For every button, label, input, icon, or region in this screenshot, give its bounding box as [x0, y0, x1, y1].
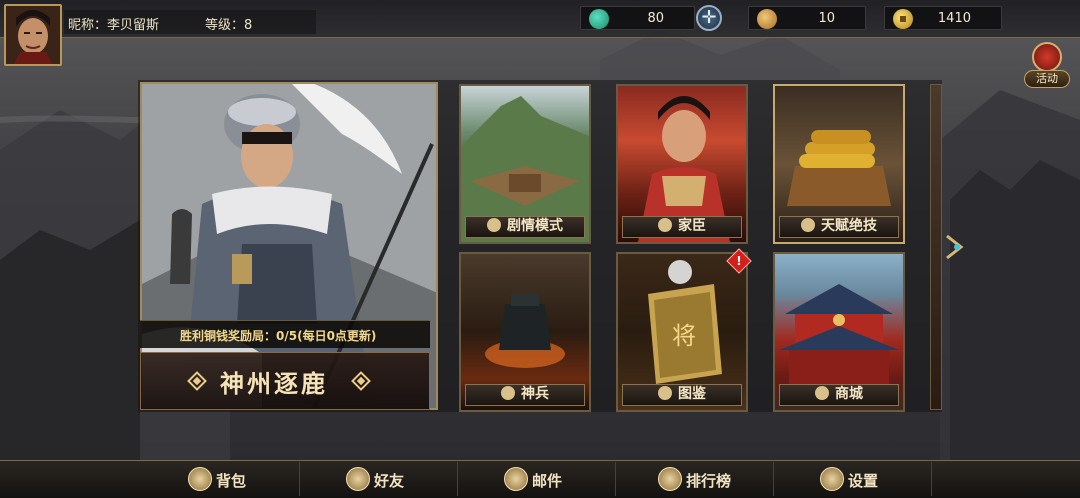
scroll-icon: [487, 218, 501, 232]
mail-icon: [504, 467, 528, 491]
nav-friends-label: 好友: [374, 472, 405, 490]
ingot-icon: [757, 9, 777, 29]
add-resource-button[interactable]: ✛: [696, 5, 722, 31]
talent-icon: [801, 218, 815, 232]
nav-ranking-label: 排行榜: [686, 472, 732, 490]
next-tile-peek: [930, 84, 942, 410]
event-label: 活动: [1024, 70, 1070, 88]
helmet-icon: [658, 218, 672, 232]
tile-divine-weapons[interactable]: 神兵: [459, 252, 591, 412]
nav-bag[interactable]: 背包: [142, 462, 300, 496]
nav-settings-label: 设置: [848, 472, 879, 490]
nav-mail[interactable]: 邮件: [458, 462, 616, 496]
level-label: 等级：8: [205, 18, 253, 33]
player-avatar[interactable]: [4, 4, 62, 66]
tile-label-story: 剧情模式: [507, 218, 563, 234]
tile-codex[interactable]: 将 图鉴: [616, 252, 748, 412]
event-button[interactable]: 活动: [1020, 40, 1074, 90]
weapon-icon: [501, 386, 515, 400]
coin-value: 1410: [937, 11, 971, 26]
tile-story-mode[interactable]: 剧情模式: [459, 84, 591, 244]
nav-settings[interactable]: 设置: [774, 462, 932, 496]
jade-value: 80: [647, 11, 664, 26]
tile-label-talent: 天赋绝技: [821, 218, 877, 234]
tile-shop[interactable]: 商城: [773, 252, 905, 412]
nickname-label: 昵称：李贝留斯: [68, 18, 160, 33]
alert-icon: !: [736, 254, 742, 268]
coin-icon: [893, 9, 913, 29]
tile-label-codex: 图鉴: [678, 386, 706, 402]
scroll-right-arrow-icon[interactable]: [943, 232, 967, 262]
shop-icon: [815, 386, 829, 400]
coin-resource: 1410: [884, 6, 1002, 30]
tile-retainers[interactable]: 家臣: [616, 84, 748, 244]
nav-mail-label: 邮件: [532, 472, 563, 490]
jade-resource: 80: [580, 6, 695, 30]
tile-label-weapons: 神兵: [521, 386, 549, 402]
ingot-resource: 10: [748, 6, 866, 30]
jade-icon: [589, 9, 609, 29]
book-icon: [658, 386, 672, 400]
nav-friends[interactable]: 好友: [300, 462, 458, 496]
portrait-icon: [6, 6, 60, 64]
nav-ranking[interactable]: 排行榜: [616, 462, 774, 496]
event-emblem-icon: [1032, 42, 1062, 72]
bag-icon: [188, 467, 212, 491]
ingot-value: 10: [818, 11, 835, 26]
hero-title: 神州逐鹿: [220, 369, 328, 398]
settings-icon: [820, 467, 844, 491]
tile-talent-skills[interactable]: 天赋绝技: [773, 84, 905, 244]
nav-bag-label: 背包: [216, 472, 247, 490]
trophy-icon: [658, 467, 682, 491]
svg-text:将: 将: [672, 322, 696, 350]
tile-label-retainers: 家臣: [678, 218, 706, 234]
tile-label-shop: 商城: [835, 386, 863, 402]
friend-icon: [346, 467, 370, 491]
reward-text: 胜利铜钱奖励局：0/5(每日0点更新): [180, 329, 377, 343]
